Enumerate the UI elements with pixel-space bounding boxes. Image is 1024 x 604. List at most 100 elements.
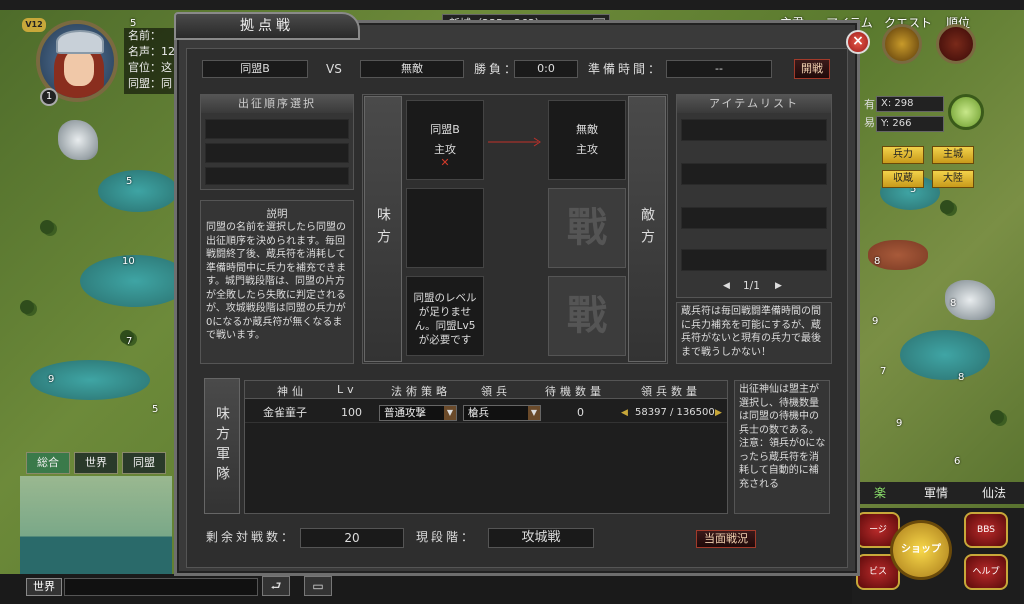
minimap-prefix: 有 (864, 98, 875, 111)
waiting-count: 0 (577, 406, 584, 419)
table-row[interactable]: 金雀童子 100 普通攻撃 ▼ 槍兵 ▼ 0 ◀ 58397 / 136500 … (245, 403, 727, 423)
chat-expand-button[interactable]: ▭ (304, 576, 332, 596)
troop-note-panel: 出征神仙は盟主が選択し、待機数量は同盟の待機中の兵士の数である。注意：領兵が0に… (734, 380, 830, 514)
map-tile-number: 8 (950, 298, 957, 309)
x-coordinate[interactable]: X: 298 (876, 96, 944, 112)
main-city-button[interactable]: 主城 (932, 146, 974, 164)
unit-select[interactable]: 槍兵 ▼ (463, 405, 541, 421)
col-level: Lv (337, 383, 358, 396)
item-list-title: アイテムリスト (677, 95, 831, 113)
order-slot[interactable] (205, 143, 349, 163)
map-tile-number: 6 (954, 456, 961, 467)
tab-military-info[interactable]: 軍情 (908, 482, 964, 504)
map-rock (58, 120, 98, 160)
shop-button[interactable]: ショップ (890, 520, 952, 580)
stage-label: 現段階： (416, 530, 477, 544)
quest-icon[interactable] (882, 24, 922, 64)
ally-slot-2[interactable] (406, 188, 484, 268)
map-tile-number: 9 (896, 418, 903, 429)
strategy-select[interactable]: 普通攻撃 ▼ (379, 405, 457, 421)
tab-immortal-arts[interactable]: 仙法 (966, 482, 1022, 504)
item-slot[interactable] (681, 249, 827, 271)
alliance-field[interactable]: 同盟B (202, 60, 308, 78)
top-strip (0, 0, 1024, 10)
map-tree (40, 220, 54, 234)
stage-value: 攻城戦 (488, 528, 594, 548)
chat-tab-world[interactable]: 世界 (74, 452, 118, 474)
explanation-title: 説明 (266, 208, 288, 220)
minimap-coordinates: X: 298 Y: 266 有 易 (864, 94, 986, 134)
item-slot[interactable] (681, 207, 827, 229)
ally-side-label: 味方 (364, 96, 402, 362)
remaining-value: 20 (300, 528, 404, 548)
collection-button[interactable]: 収蔵 (882, 170, 924, 188)
chat-tab-all[interactable]: 総合 (26, 452, 70, 474)
minimap-prefix: 易 (864, 116, 875, 129)
map-lake (98, 170, 178, 212)
chat-tab-alliance[interactable]: 同盟 (122, 452, 166, 474)
close-icon[interactable]: × (846, 30, 870, 54)
amount-increase-icon[interactable]: ▶ (715, 406, 722, 420)
ally-role: 主攻 (434, 143, 456, 156)
search-icon[interactable] (948, 94, 984, 130)
chat-send-button[interactable]: ⮐ (262, 576, 290, 596)
defeat-mark-icon: ✕ (440, 156, 450, 169)
ally-name: 同盟B (430, 123, 460, 136)
x-value: 298 (894, 98, 914, 109)
item-page: 1/1 (743, 280, 760, 292)
troop-name: 金雀童子 (263, 406, 307, 419)
troop-table: 神仙 Lv 法術策略 領兵 待機数量 領兵数量 金雀童子 100 普通攻撃 ▼ … (244, 380, 728, 514)
ranking-icon[interactable] (936, 24, 976, 64)
order-slot[interactable] (205, 119, 349, 139)
continent-button[interactable]: 大陸 (932, 170, 974, 188)
col-unit: 領兵 (481, 385, 511, 398)
strategy-value: 普通攻撃 (384, 407, 426, 419)
item-list-panel: アイテムリスト ◀ 1/1 ▶ (676, 94, 832, 298)
avatar-helmet (56, 30, 104, 54)
enemy-slot-1[interactable]: 無敵 主攻 (548, 100, 626, 180)
dropdown-icon[interactable]: ▼ (444, 406, 456, 420)
remaining-label: 剰余対戦数： (206, 530, 297, 544)
order-slot[interactable] (205, 167, 349, 185)
enemy-name: 無敵 (576, 123, 598, 136)
map-tile-number: 5 (152, 404, 159, 415)
battle-emblem-icon: 戰 (548, 276, 626, 356)
order-select-panel: 出征順序選択 (200, 94, 354, 190)
chat-log[interactable] (20, 476, 172, 576)
ally-slot-3: 同盟のレベルが足りません。同盟Lv5が必要です (406, 276, 484, 356)
map-tile-number: 7 (126, 336, 133, 347)
enemy-side-label: 敵方 (628, 96, 666, 362)
item-note-text: 蔵兵符は毎回戦闘準備時間の間に兵力補充を可能にするが、蔵兵符がないと現有の兵力で… (681, 306, 821, 358)
map-tree (990, 410, 1004, 424)
attack-arrow-icon (488, 137, 541, 147)
chat-channel-select[interactable]: 世界 (26, 578, 62, 596)
tab-entertain[interactable]: 楽 (852, 482, 908, 504)
amount-decrease-icon[interactable]: ◀ (621, 406, 628, 420)
col-amount: 領兵数量 (641, 385, 701, 398)
vs-label: VS (326, 62, 342, 76)
dropdown-icon[interactable]: ▼ (528, 406, 540, 420)
map-tile-number: 10 (122, 256, 135, 267)
y-coordinate[interactable]: Y: 266 (876, 116, 944, 132)
help-button[interactable]: ヘルプ (964, 554, 1008, 590)
map-tree (940, 200, 954, 214)
enemy-role: 主攻 (576, 143, 598, 156)
item-next-icon[interactable]: ▶ (775, 279, 782, 293)
col-waiting: 待機数量 (545, 385, 605, 398)
troop-amount: 58397 / 136500 (635, 407, 715, 418)
map-tile-number: 8 (874, 256, 881, 267)
y-value: 266 (892, 118, 912, 129)
item-slot[interactable] (681, 119, 827, 141)
record-label: 勝負： (474, 62, 520, 76)
x-label: X: (881, 98, 892, 109)
avatar-face (64, 50, 94, 86)
map-tile-number: 9 (48, 374, 55, 385)
item-slot[interactable] (681, 163, 827, 185)
current-status-button[interactable]: 当面戦況 (696, 530, 756, 548)
start-battle-button[interactable]: 開戦 (794, 59, 830, 79)
chat-input[interactable] (64, 578, 258, 596)
bbs-button[interactable]: BBS (964, 512, 1008, 548)
troops-button[interactable]: 兵力 (882, 146, 924, 164)
ally-slot-1[interactable]: 同盟B 主攻 ✕ (406, 100, 484, 180)
item-prev-icon[interactable]: ◀ (723, 279, 730, 293)
